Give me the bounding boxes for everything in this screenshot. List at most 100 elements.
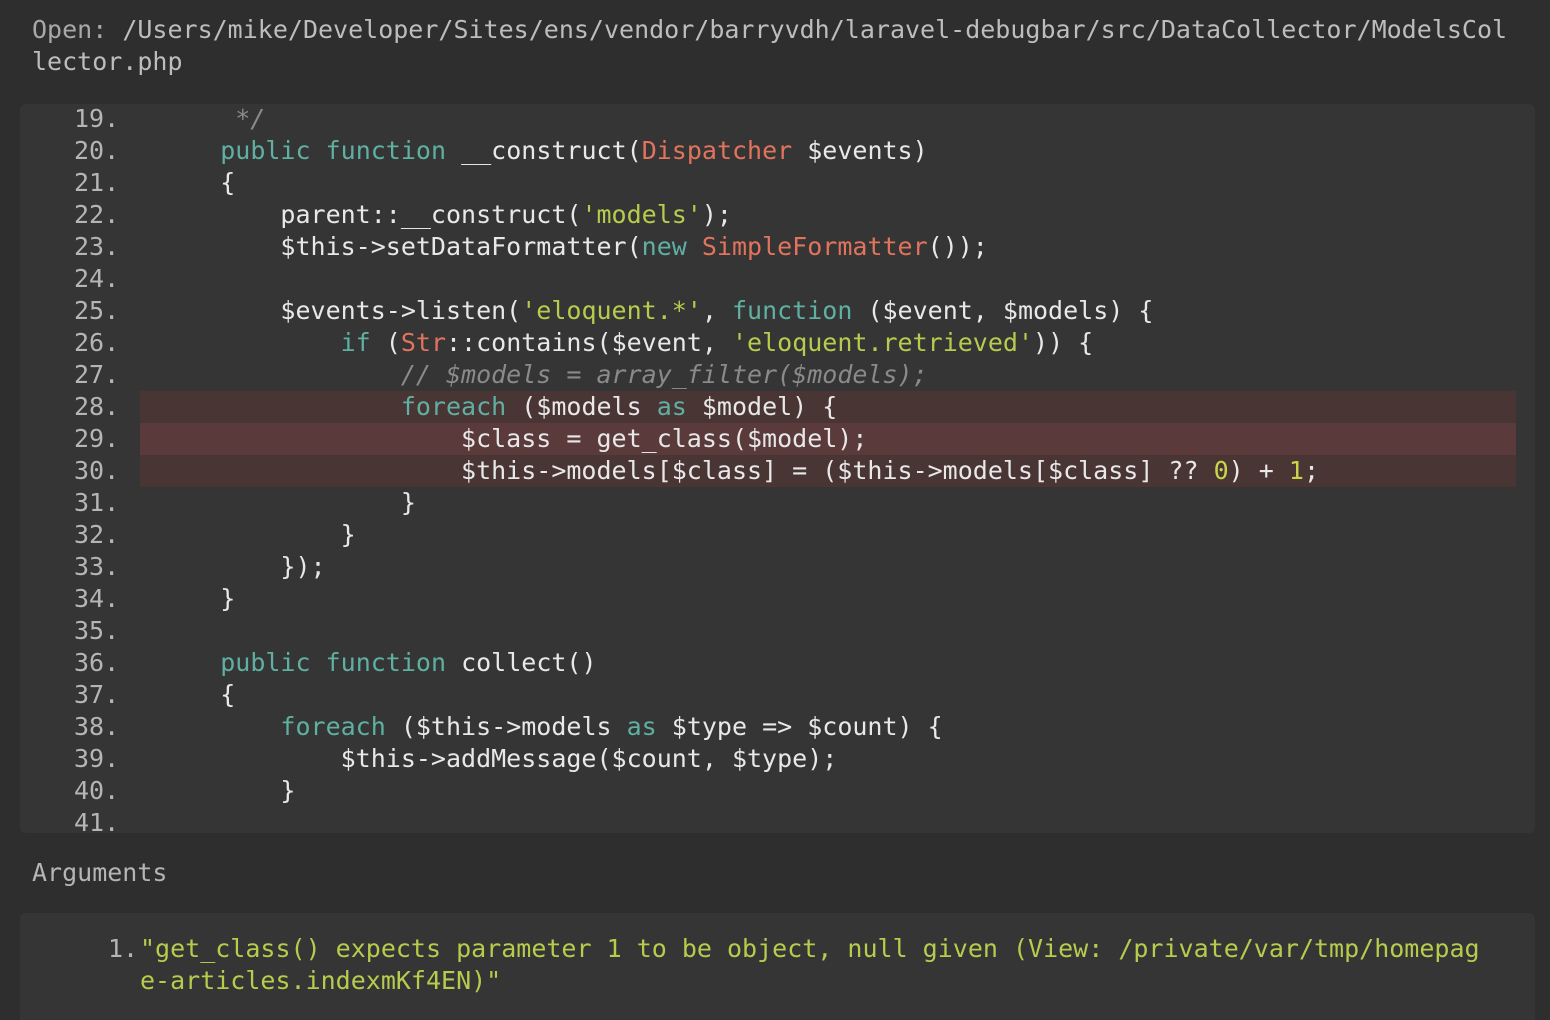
code-token: ) + xyxy=(1228,456,1289,485)
code-line: 29. $class = get_class($model); xyxy=(20,423,1535,455)
code-text: foreach ($models as $model) { xyxy=(160,391,838,423)
line-number: 31. xyxy=(74,488,120,517)
code-token: $events) xyxy=(792,136,928,165)
argument-index: 1. xyxy=(108,934,139,963)
code-line: 39. $this->addMessage($count, $type); xyxy=(20,743,1535,775)
code-token: } xyxy=(160,520,356,549)
code-token: } xyxy=(160,584,236,613)
line-number: 28. xyxy=(74,392,120,421)
code-token: ($models xyxy=(506,392,657,421)
line-number: 33. xyxy=(74,552,120,581)
code-token: 'eloquent.*' xyxy=(521,296,702,325)
code-token: as xyxy=(656,392,687,421)
code-line: 21. { xyxy=(20,167,1535,199)
code-line: 40. } xyxy=(20,775,1535,807)
code-token: ()); xyxy=(927,232,988,261)
code-token: { xyxy=(160,680,236,709)
line-number: 34. xyxy=(74,584,120,613)
code-token: $this->setDataFormatter( xyxy=(160,232,642,261)
code-text: // $models = array_filter($models); xyxy=(160,359,928,391)
line-number: 25. xyxy=(74,296,120,325)
code-token: 'models' xyxy=(581,200,702,229)
code-text: }); xyxy=(160,551,326,583)
code-text: parent::__construct('models'); xyxy=(160,199,732,231)
code-text: $this->setDataFormatter(new SimpleFormat… xyxy=(160,231,988,263)
code-token: ($this->models xyxy=(385,712,627,741)
code-token: */ xyxy=(160,104,266,133)
line-number: 24. xyxy=(74,264,120,293)
code-line: 38. foreach ($this->models as $type => $… xyxy=(20,711,1535,743)
code-token: function xyxy=(325,136,447,165)
code-token: foreach xyxy=(280,712,386,741)
code-line: 37. { xyxy=(20,679,1535,711)
line-number: 36. xyxy=(74,648,120,677)
line-number: 39. xyxy=(74,744,120,773)
code-token: 1 xyxy=(1288,456,1304,485)
code-line: 19. */ xyxy=(20,104,1535,135)
code-token: Str xyxy=(400,328,446,357)
line-number: 19. xyxy=(74,104,120,133)
code-line: 25. $events->listen('eloquent.*', functi… xyxy=(20,295,1535,327)
open-label: Open: xyxy=(32,15,108,44)
code-token: ; xyxy=(1303,456,1319,485)
code-text: } xyxy=(160,487,416,519)
code-token: $class = get_class($model); xyxy=(160,424,868,453)
code-token: as xyxy=(626,712,657,741)
argument-value: "get_class() expects parameter 1 to be o… xyxy=(140,934,1480,995)
code-token: $model) { xyxy=(686,392,838,421)
code-text: if (Str::contains($event, 'eloquent.retr… xyxy=(160,327,1094,359)
code-token: foreach xyxy=(400,392,507,421)
arguments-label: Arguments xyxy=(32,858,168,887)
code-text: } xyxy=(160,775,295,807)
code-token: $this->addMessage($count, $type); xyxy=(160,744,838,773)
code-token: $this->models[$class] = ($this->models[$… xyxy=(160,456,1214,485)
file-path-link[interactable]: /Users/mike/Developer/Sites/ens/vendor/b… xyxy=(32,15,1507,76)
code-token: 0 xyxy=(1213,456,1229,485)
code-text: $class = get_class($model); xyxy=(160,423,867,455)
code-token: if xyxy=(340,328,371,357)
code-line: 20. public function __construct(Dispatch… xyxy=(20,135,1535,167)
line-number: 41. xyxy=(74,808,120,833)
code-text: $this->addMessage($count, $type); xyxy=(160,743,838,775)
code-token: collect() xyxy=(446,648,597,677)
code-token: )) { xyxy=(1033,328,1094,357)
code-line: 22. parent::__construct('models'); xyxy=(20,199,1535,231)
code-text: public function __construct(Dispatcher $… xyxy=(160,135,928,167)
code-line: 24. xyxy=(20,263,1535,295)
line-number: 27. xyxy=(74,360,120,389)
code-text: */ xyxy=(160,104,265,135)
line-number: 38. xyxy=(74,712,120,741)
code-token: } xyxy=(160,776,296,805)
line-number: 20. xyxy=(74,136,120,165)
code-token: parent::__construct( xyxy=(160,200,582,229)
code-token: , xyxy=(701,296,732,325)
code-token: new xyxy=(641,232,687,261)
code-text: public function collect() xyxy=(160,647,597,679)
code-token: public xyxy=(220,136,311,165)
code-line: 33. }); xyxy=(20,551,1535,583)
code-line: 30. $this->models[$class] = ($this->mode… xyxy=(20,455,1535,487)
code-token: }); xyxy=(160,552,326,581)
code-line: 41. xyxy=(20,807,1535,833)
code-token: $type => $count) { xyxy=(656,712,943,741)
code-line: 31. } xyxy=(20,487,1535,519)
code-line: 23. $this->setDataFormatter(new SimpleFo… xyxy=(20,231,1535,263)
line-number: 32. xyxy=(74,520,120,549)
code-snippet-panel: 19. */20. public function __construct(Di… xyxy=(20,104,1535,833)
code-text: } xyxy=(160,519,356,551)
code-token: } xyxy=(160,488,416,517)
code-token: ); xyxy=(701,200,732,229)
line-number: 22. xyxy=(74,200,120,229)
code-token: function xyxy=(731,296,853,325)
line-number: 26. xyxy=(74,328,120,357)
code-line: 27. // $models = array_filter($models); xyxy=(20,359,1535,391)
code-token: // $models = array_filter($models); xyxy=(400,360,928,389)
